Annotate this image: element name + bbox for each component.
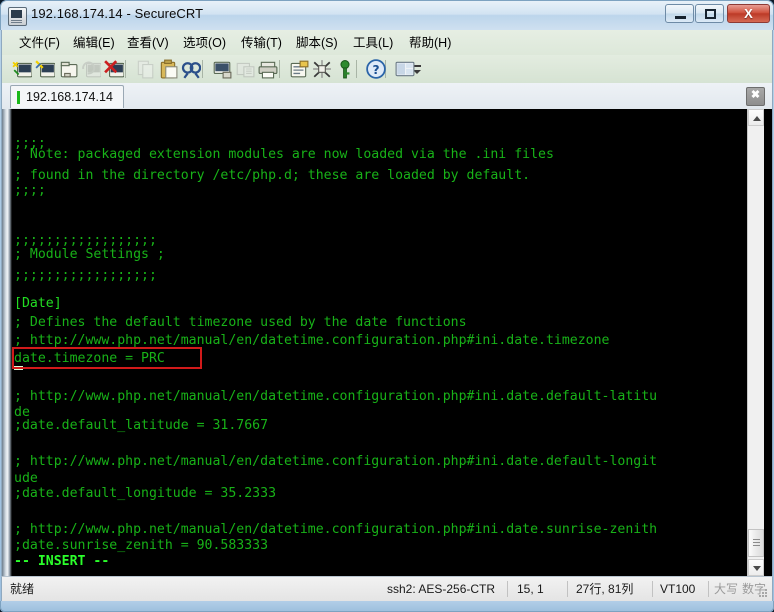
copy-icon (135, 59, 155, 79)
terminal-line: ; http://www.php.net/manual/en/datetime.… (14, 389, 658, 404)
status-emulation: VT100 (660, 582, 696, 596)
status-dimensions: 27行, 81列 (576, 582, 634, 596)
terminal-line: -- INSERT -- (14, 554, 110, 569)
key-icon[interactable] (335, 59, 355, 79)
toolbar-separator (356, 60, 357, 78)
tab-connected-indicator (17, 90, 20, 104)
chevron-up-icon (753, 116, 761, 121)
tab-close-button[interactable]: ✖ (746, 87, 765, 106)
terminal-line: [Date] (14, 296, 62, 311)
status-bar: 就绪 ssh2: AES-256-CTR 15, 1 27行, 81列 VT10… (1, 576, 773, 601)
menu-file[interactable]: 文件(F) (16, 34, 63, 52)
toolbar-separator (202, 60, 203, 78)
reconnect-icon (81, 59, 102, 79)
terminal-left-edge (2, 109, 12, 576)
terminal-line: ; Module Settings ; (14, 247, 165, 262)
tab-strip: 192.168.174.14 ✖ (1, 83, 773, 109)
log-session-icon (235, 59, 255, 79)
securecrt-icon (8, 7, 27, 26)
terminal-line: ; found in the directory /etc/php.d; the… (14, 168, 531, 183)
resize-grip-icon[interactable] (759, 589, 769, 599)
terminal-line: ;;;;;;;;;;;;;;;;;; (14, 268, 157, 283)
maximize-button[interactable] (695, 4, 724, 23)
scrollbar-thumb[interactable] (748, 529, 764, 557)
window-bottom-frame (0, 601, 774, 612)
scrollbar-grip-icon (753, 539, 760, 540)
toolbar-separator (125, 60, 126, 78)
minimize-button[interactable] (665, 4, 694, 23)
window-title: 192.168.174.14 - SecureCRT (31, 6, 204, 21)
securecrt-window: 192.168.174.14 - SecureCRT X 文件(F) 编辑(E) 查… (0, 0, 774, 612)
find-icon[interactable] (181, 59, 202, 79)
terminal-line: ;date.default_longitude = 35.2333 (14, 486, 277, 501)
annotation-rectangle (12, 347, 202, 369)
menu-options[interactable]: 选项(O) (180, 34, 229, 52)
help-icon[interactable]: ? (366, 59, 386, 79)
global-options-icon[interactable] (312, 59, 332, 79)
connect-icon[interactable] (12, 59, 33, 79)
menu-bar: 文件(F) 编辑(E) 查看(V) 选项(O) 传输(T) 脚本(S) 工具(L) 帮助(H) (1, 30, 773, 55)
status-ready: 就绪 (10, 582, 35, 596)
terminal-line: ; http://www.php.net/manual/en/datetime.… (14, 454, 658, 469)
terminal-screen[interactable]: ;;;; ; Note: packaged extension modules a… (12, 109, 747, 576)
svg-text:?: ? (372, 63, 379, 77)
menu-transfer[interactable]: 传输(T) (238, 34, 285, 52)
status-protocol: ssh2: AES-256-CTR (387, 582, 496, 596)
print-screen-icon[interactable] (212, 59, 232, 79)
terminal-line: ;;;; (14, 183, 46, 198)
session-options-icon[interactable] (289, 59, 309, 79)
scroll-up-button[interactable] (748, 109, 764, 126)
toolbar-separator (279, 60, 280, 78)
menu-tools[interactable]: 工具(L) (350, 34, 396, 52)
quick-connect-icon[interactable] (35, 59, 56, 79)
scroll-down-button[interactable] (748, 559, 764, 576)
maximize-icon (705, 9, 716, 19)
connect-in-tab-icon[interactable] (58, 59, 78, 79)
paste-icon[interactable] (158, 59, 178, 79)
close-button[interactable]: X (727, 4, 770, 23)
disconnect-icon[interactable] (104, 59, 125, 79)
terminal-line: ; Note: packaged extension modules are n… (14, 147, 554, 162)
status-caps: 大写 (714, 582, 739, 596)
menu-script[interactable]: 脚本(S) (293, 34, 341, 52)
chevron-down-icon (753, 566, 761, 571)
menu-help[interactable]: 帮助(H) (406, 34, 454, 52)
status-cursor-pos: 15, 1 (517, 582, 544, 596)
terminal-line: ;date.default_latitude = 31.7667 (14, 418, 269, 433)
menu-view[interactable]: 查看(V) (124, 34, 172, 52)
tab-session-192-168-174-14[interactable]: 192.168.174.14 (10, 85, 124, 108)
terminal-scrollbar[interactable] (747, 109, 764, 576)
minimize-icon (675, 16, 686, 19)
title-bar: 192.168.174.14 - SecureCRT X (0, 0, 774, 30)
menu-edit[interactable]: 编辑(E) (70, 34, 118, 52)
print-icon[interactable] (258, 59, 278, 79)
arrange-icon[interactable] (395, 59, 415, 79)
terminal-area: ;;;; ; Note: packaged extension modules a… (1, 109, 773, 576)
tab-label: 192.168.174.14 (26, 90, 113, 104)
toolbar: ? (1, 55, 773, 83)
close-icon: X (744, 6, 753, 21)
